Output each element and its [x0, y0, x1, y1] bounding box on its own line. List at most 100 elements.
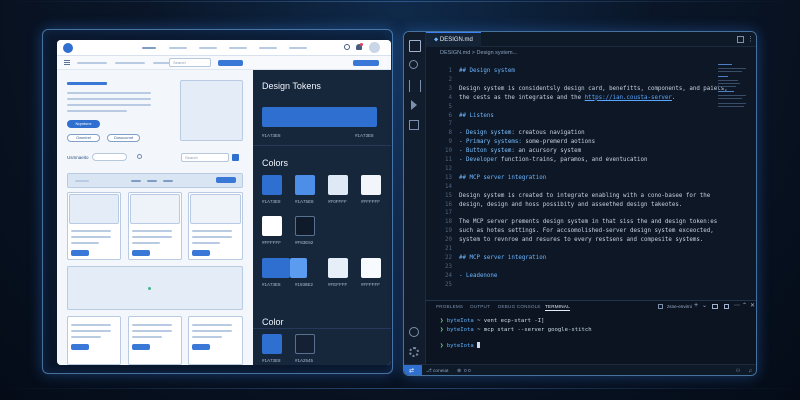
settings-icon[interactable]: [409, 347, 419, 357]
color-swatch[interactable]: [295, 175, 315, 195]
line-number: 8: [448, 130, 453, 137]
toolbar-action-button[interactable]: [353, 60, 379, 66]
search-icon[interactable]: [409, 60, 418, 69]
terminal-shell-label[interactable]: zsne-envirni: [667, 304, 692, 309]
swatch-label: #1938E2: [295, 282, 314, 287]
banner-text: [75, 180, 89, 182]
filter-search-input[interactable]: Search: [181, 153, 229, 162]
toolbar-item[interactable]: [77, 62, 107, 64]
color-swatch[interactable]: [290, 258, 307, 278]
search-icon[interactable]: [232, 154, 239, 161]
card-button[interactable]: [132, 250, 150, 256]
maximize-panel-icon[interactable]: ⌃: [742, 302, 747, 309]
status-problems[interactable]: 0 0: [464, 365, 471, 375]
close-icon[interactable]: ✕: [750, 302, 755, 309]
avatar[interactable]: [369, 42, 380, 53]
code-line: - Design system: creatous navigation: [459, 130, 585, 137]
line-number: 21: [445, 246, 452, 252]
color-swatch[interactable]: [361, 258, 381, 278]
bell-icon[interactable]: ♫: [748, 365, 752, 375]
nav-link[interactable]: [199, 47, 217, 49]
doc-link[interactable]: https://ian.cousta-server: [585, 95, 672, 101]
toolbar-primary-button[interactable]: [218, 60, 243, 66]
card-button[interactable]: [192, 344, 210, 350]
color-swatch[interactable]: [361, 175, 381, 195]
line-number: 12: [445, 165, 452, 172]
status-branch[interactable]: coneiat: [433, 365, 448, 375]
terminal-tab-terminal[interactable]: TERMINAL: [545, 304, 570, 311]
nav-link[interactable]: [259, 47, 277, 49]
card-button[interactable]: [71, 250, 89, 256]
source-control-icon[interactable]: [409, 80, 421, 92]
card-button[interactable]: [71, 344, 89, 350]
split-editor-icon[interactable]: [737, 36, 744, 43]
account-icon[interactable]: [409, 327, 419, 337]
top-nav-bar: [57, 40, 391, 56]
terminal-tab-output[interactable]: OUTPUT: [470, 304, 490, 309]
color-swatch[interactable]: [328, 258, 348, 278]
code-line: design, design and hoss possibity and as…: [459, 201, 683, 208]
card-image: [69, 194, 119, 224]
code-line: - Primary systems: some-premerd aotions: [459, 139, 596, 146]
color-swatch[interactable]: [262, 175, 282, 195]
feature-placeholder: [67, 266, 243, 310]
trash-icon[interactable]: [724, 304, 729, 309]
color-swatch[interactable]: [295, 334, 315, 354]
breadcrumb[interactable]: DESIGN.md > Design system...: [426, 47, 756, 60]
line-number: 23: [445, 263, 452, 270]
hero-text-line: [67, 92, 151, 94]
line-number: 22: [445, 254, 452, 261]
line-number: 10: [445, 148, 452, 155]
chevron-down-icon[interactable]: ⌄: [702, 302, 707, 309]
color-swatch[interactable]: [295, 216, 315, 236]
split-terminal-icon[interactable]: [712, 304, 718, 309]
explorer-icon[interactable]: [409, 40, 421, 52]
line-number: 24: [445, 272, 452, 279]
tab-design-md[interactable]: ⬥ DESIGN.md: [426, 32, 481, 47]
branch-icon: ⎇: [426, 369, 432, 374]
extensions-icon[interactable]: [409, 120, 419, 130]
nav-link[interactable]: [142, 47, 156, 49]
more-icon[interactable]: ⋯: [734, 302, 740, 309]
hero-secondary-button[interactable]: Owmtrei: [67, 134, 100, 142]
color-swatch[interactable]: [262, 216, 282, 236]
color-title: Color: [262, 317, 284, 327]
toolbar-item[interactable]: [115, 62, 145, 64]
primary-color-bar[interactable]: [262, 107, 377, 127]
nav-link[interactable]: [229, 47, 247, 49]
terminal-panel[interactable]: PROBLEMS OUTPUT DEBUG CONSOLE TERMINAL zsne…: [426, 300, 756, 364]
menu-icon[interactable]: [64, 60, 70, 61]
add-terminal-icon[interactable]: +: [694, 302, 698, 309]
minimap[interactable]: [716, 60, 748, 140]
card-text: [132, 230, 172, 232]
nav-link[interactable]: [289, 47, 307, 49]
settings-icon[interactable]: [137, 154, 142, 159]
color-swatch[interactable]: [262, 334, 282, 354]
design-app-window: Search Nqmtonx Owmtrei Dosoocnnt Usmnaei…: [57, 40, 391, 365]
card-text: [192, 230, 232, 232]
line-number: 4: [448, 94, 453, 101]
filter-dropdown[interactable]: [92, 153, 127, 161]
card-button[interactable]: [132, 344, 150, 350]
remote-indicator[interactable]: ⇄: [404, 365, 422, 375]
card-text: [132, 336, 162, 338]
card-text: [132, 242, 160, 244]
search-input[interactable]: Search: [169, 58, 211, 67]
banner-button[interactable]: [216, 177, 236, 183]
color-swatch[interactable]: [262, 258, 290, 278]
hero-primary-button[interactable]: Nqmtonx: [67, 120, 100, 128]
code-line: The MCP server prements design system in…: [459, 219, 718, 226]
hero-secondary-button[interactable]: Dosoocnnt: [107, 134, 140, 142]
search-icon[interactable]: [344, 44, 350, 50]
color-swatch[interactable]: [328, 175, 348, 195]
card-text: [71, 336, 101, 338]
nav-link[interactable]: [169, 47, 187, 49]
swatch-label: #1A75E8: [295, 199, 314, 204]
more-actions-icon[interactable]: ⋮: [747, 35, 754, 43]
account-status-icon[interactable]: ⚇: [736, 365, 740, 375]
terminal-tab-problems[interactable]: PROBLEMS: [436, 304, 463, 309]
terminal-tab-debug-console[interactable]: DEBUG CONSOLE: [498, 304, 541, 309]
card-button[interactable]: [192, 250, 210, 256]
code-editor[interactable]: 1 ## Design system 2 3 Design system is cons…: [426, 60, 728, 300]
run-debug-icon[interactable]: [411, 100, 417, 110]
